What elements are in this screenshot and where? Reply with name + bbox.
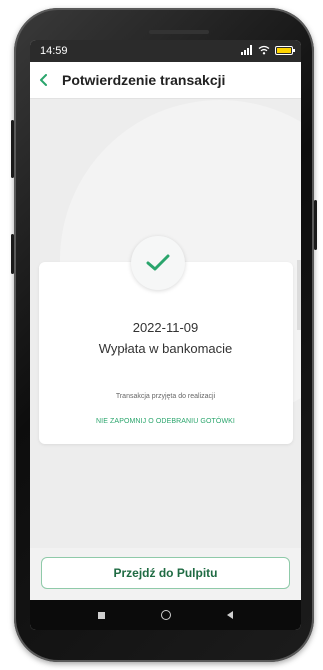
cash-reminder: NIE ZAPOMNIJ O ODEBRANIU GOTÓWKI: [96, 418, 235, 425]
app-header: Potwierdzenie transakcji: [30, 62, 301, 99]
earpiece-speaker: [149, 30, 209, 34]
app-screen: 14:59 Potwierdzenie transakcji 2022-11-0…: [30, 40, 301, 630]
system-navigation-bar: [30, 600, 301, 630]
back-button[interactable]: [30, 62, 58, 98]
chevron-left-icon: [40, 74, 47, 86]
page-title: Potwierdzenie transakcji: [62, 72, 226, 88]
back-triangle-icon[interactable]: [227, 611, 233, 619]
signal-icon: [241, 45, 253, 55]
transaction-type: Wypłata w bankomacie: [98, 341, 233, 356]
status-icons: [241, 45, 295, 55]
transaction-date: 2022-11-09: [132, 320, 199, 335]
status-bar: 14:59: [30, 40, 301, 62]
wifi-icon: [258, 45, 270, 55]
side-button-right: [314, 200, 317, 250]
recent-apps-icon[interactable]: [98, 611, 105, 619]
side-button-power: [11, 234, 14, 274]
battery-icon: [275, 45, 295, 55]
transaction-status: Transakcja przyjęta do realizacji: [115, 393, 216, 400]
status-time: 14:59: [40, 45, 68, 57]
success-badge: [131, 236, 185, 290]
checkmark-icon: [146, 254, 170, 271]
home-icon[interactable]: [161, 610, 171, 620]
go-to-dashboard-button[interactable]: Przejdź do Pulpitu: [41, 557, 290, 589]
side-button-volume: [11, 120, 14, 178]
